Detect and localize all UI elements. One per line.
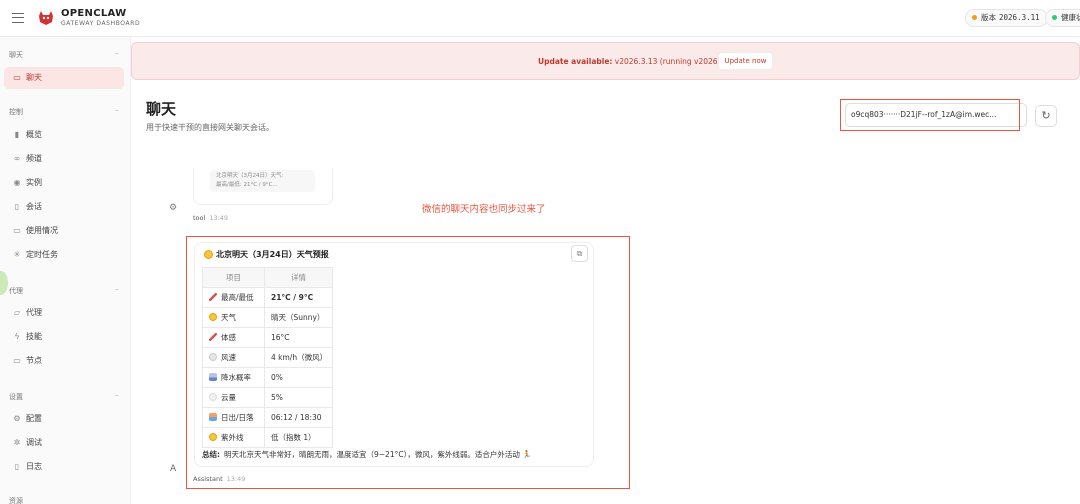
sidebar-item-cron[interactable]: ✳ 定时任务 (4, 244, 124, 266)
document-icon: ▯ (14, 202, 20, 211)
page-subtitle: 用于快速干预的直接网关聊天会话。 (146, 123, 274, 132)
sidebar-section-settings[interactable]: 设置 (9, 392, 23, 402)
sidebar-item-label: 配置 (26, 414, 42, 423)
sidebar-item-label: 定时任务 (26, 250, 58, 259)
sidebar-item-label: 实例 (26, 178, 42, 187)
annotation-highlight-box (840, 99, 1020, 131)
folder-icon: ▱ (13, 308, 21, 317)
version-value: 2026.3.11 (999, 13, 1040, 22)
tool-avatar-icon: ⚙ (169, 203, 178, 213)
sidebar-section-control[interactable]: 控制 (9, 107, 23, 117)
message-time: 13:49 (209, 214, 229, 222)
sidebar-item-channels[interactable]: ∞ 频道 (4, 148, 124, 170)
sidebar-item-config[interactable]: ⚙ 配置 (4, 408, 124, 430)
sidebar-section-chat[interactable]: 聊天 (9, 50, 23, 60)
message-sender: tool (193, 214, 206, 222)
top-bar: OPENCLAW GATEWAY DASHBOARD 版本 2026.3.11 健… (0, 0, 1080, 37)
collapse-icon[interactable]: – (115, 49, 119, 57)
lightning-icon: ϟ (14, 332, 20, 341)
sidebar-item-debug[interactable]: ✲ 调试 (4, 432, 124, 454)
sidebar-item-label: 调试 (26, 438, 42, 447)
status-dot-icon (972, 14, 977, 20)
sidebar-item-label: 会话 (26, 202, 42, 211)
assistant-avatar: A (170, 464, 177, 474)
tool-preview-line: 最高/最低: 21°C / 9°C... (216, 182, 278, 188)
refresh-icon: ↻ (1041, 109, 1051, 122)
loader-icon: ✳ (13, 250, 21, 259)
link-icon: ∞ (13, 154, 21, 163)
collapse-icon[interactable]: – (115, 391, 119, 399)
bug-icon: ✲ (13, 438, 21, 447)
sidebar-item-label: 节点 (26, 356, 42, 365)
refresh-button[interactable]: ↻ (1035, 105, 1057, 127)
sidebar-item-chat[interactable]: ▭ 聊天 (4, 67, 124, 89)
version-badge: 版本 2026.3.11 (965, 9, 1048, 27)
sidebar-item-label: 技能 (26, 332, 42, 341)
gear-icon: ⚙ (13, 414, 21, 423)
sidebar-item-label: 使用情况 (26, 226, 58, 235)
version-label: 版本 (981, 13, 996, 22)
sidebar-item-label: 概览 (26, 130, 42, 139)
monitor-icon: ▭ (13, 356, 21, 365)
stats-icon: ▭ (13, 226, 21, 235)
tool-output-preview: 北京明天（3月24日）天气: 最高/最低: 21°C / 9°C... (210, 170, 315, 192)
tool-message-meta: tool 13:49 (193, 214, 228, 222)
collapse-icon[interactable]: – (115, 285, 119, 293)
menu-icon[interactable] (12, 13, 24, 23)
sidebar-item-agents[interactable]: ▱ 代理 (4, 302, 124, 324)
update-now-button[interactable]: Update now (718, 52, 773, 70)
brand-name: OPENCLAW (61, 8, 127, 19)
radio-icon: ◉ (13, 178, 21, 187)
update-banner-text: Update available: v2026.3.13 (running v2… (538, 57, 742, 66)
sidebar-item-instances[interactable]: ◉ 实例 (4, 172, 124, 194)
status-dot-icon (1052, 14, 1057, 20)
sidebar-item-usage[interactable]: ▭ 使用情况 (4, 220, 124, 242)
sidebar-item-nodes[interactable]: ▭ 节点 (4, 350, 124, 372)
page-title: 聊天 (146, 100, 177, 118)
sidebar-item-label: 聊天 (26, 73, 42, 82)
sidebar-item-label: 日志 (26, 462, 42, 471)
log-icon: ▯ (14, 462, 20, 471)
tool-preview-line: 北京明天（3月24日）天气: (216, 173, 284, 179)
sidebar-item-overview[interactable]: ▮ 概览 (4, 124, 124, 146)
brand-subtitle: GATEWAY DASHBOARD (61, 20, 141, 27)
annotation-highlight-box (186, 236, 630, 489)
update-banner-prefix: Update available: (538, 57, 613, 66)
sidebar-item-label: 频道 (26, 154, 42, 163)
sidebar-section-agents[interactable]: 代理 (9, 286, 23, 296)
sidebar-item-skills[interactable]: ϟ 技能 (4, 326, 124, 348)
health-label: 健康状 (1061, 13, 1080, 22)
health-badge: 健康状 (1045, 9, 1080, 27)
sidebar-section-resources[interactable]: 资源 (9, 496, 23, 504)
bar-chart-icon: ▮ (14, 130, 20, 139)
openclaw-logo (39, 11, 53, 25)
collapse-icon[interactable]: – (115, 106, 119, 114)
chat-icon: ▭ (13, 73, 21, 82)
annotation-text: 微信的聊天内容也同步过来了 (422, 204, 546, 215)
sidebar-item-sessions[interactable]: ▯ 会话 (4, 196, 124, 218)
sidebar-item-logs[interactable]: ▯ 日志 (4, 456, 124, 478)
sidebar-item-label: 代理 (26, 308, 42, 317)
